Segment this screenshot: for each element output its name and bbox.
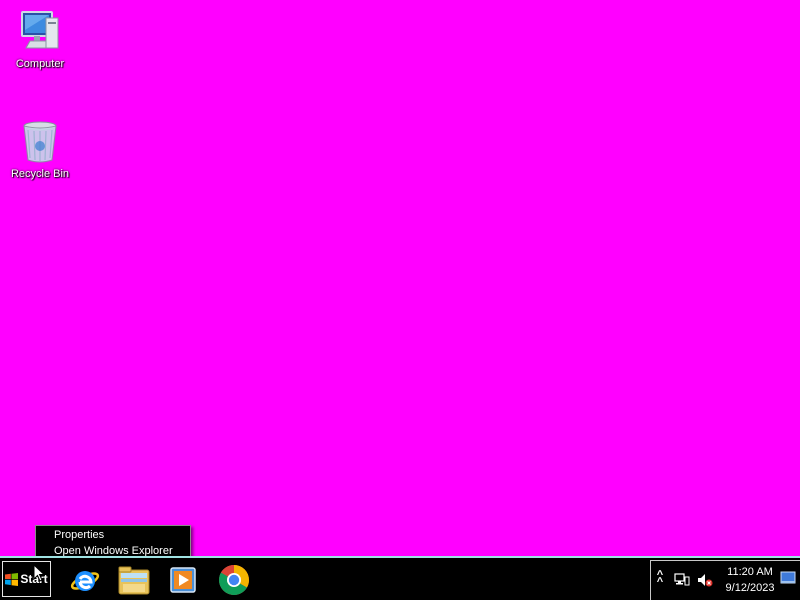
taskbar-app-windows-explorer[interactable] bbox=[116, 562, 152, 598]
file-explorer-icon bbox=[118, 566, 150, 595]
volume-muted-icon[interactable] bbox=[697, 573, 713, 587]
taskbar[interactable]: Start ^ ^ 11:20 AM 9/12/2023 bbox=[0, 556, 800, 600]
chrome-icon bbox=[218, 565, 250, 596]
system-tray: ^ ^ 11:20 AM 9/12/2023 bbox=[650, 560, 800, 600]
clock-time: 11:20 AM bbox=[727, 566, 773, 578]
desktop[interactable]: Computer Recycle Bin bbox=[0, 0, 800, 556]
clock[interactable]: 11:20 AM 9/12/2023 bbox=[719, 564, 781, 596]
start-button[interactable]: Start bbox=[2, 561, 51, 597]
desktop-icon-recycle-bin[interactable]: Recycle Bin bbox=[2, 118, 78, 180]
desktop-icon-computer[interactable]: Computer bbox=[2, 8, 78, 70]
start-label: Start bbox=[20, 572, 48, 586]
media-player-icon bbox=[170, 567, 196, 593]
taskbar-app-internet-explorer[interactable] bbox=[67, 562, 103, 598]
show-hidden-icons-icon[interactable]: ^ ^ bbox=[655, 570, 665, 588]
clock-date: 9/12/2023 bbox=[725, 582, 775, 594]
internet-explorer-icon bbox=[70, 571, 100, 591]
show-desktop-icon[interactable] bbox=[780, 570, 796, 586]
computer-icon bbox=[21, 11, 59, 49]
menu-item-properties[interactable]: Properties bbox=[36, 527, 190, 543]
recycle-bin-icon bbox=[23, 121, 57, 163]
taskbar-app-chrome[interactable] bbox=[216, 562, 252, 598]
taskbar-app-media-player[interactable] bbox=[165, 562, 201, 598]
desktop-icon-label: Recycle Bin bbox=[10, 168, 70, 180]
network-icon[interactable] bbox=[674, 573, 690, 587]
windows-flag-icon bbox=[5, 572, 19, 586]
desktop-icon-label: Computer bbox=[15, 58, 65, 70]
